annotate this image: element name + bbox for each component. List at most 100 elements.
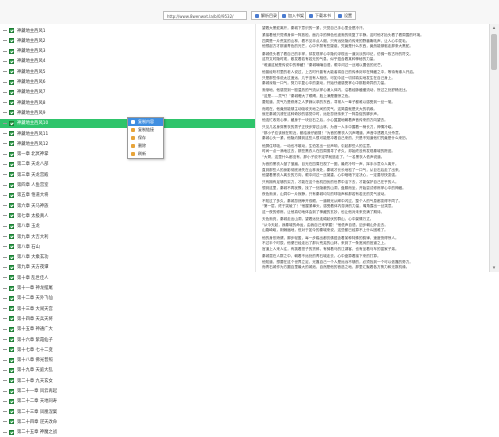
chapter-tree-item[interactable]: 第二十二章 天地同寿 [0,397,255,406]
checkbox-icon[interactable] [9,172,14,178]
checkbox-icon[interactable] [9,48,14,54]
checkbox-icon[interactable] [9,131,14,136]
checkbox-icon[interactable] [9,89,14,95]
chapter-tree-item[interactable]: 第七章 太极真人 [0,211,255,220]
chapter-tree-item[interactable]: 神藏地主西风1 [0,26,255,35]
context-menu-item[interactable]: 复制内容 [128,118,163,126]
chapter-tree-item[interactable]: 第六章 天马神族 [0,201,255,210]
chapter-tree-item[interactable]: 第二章 天龙八部 [0,160,255,169]
checkbox-icon[interactable] [9,357,14,363]
url-input[interactable]: http://www.8wenwxt.la/b/0/9532/ [163,11,247,20]
checkbox-icon[interactable] [9,192,14,198]
chapter-tree-item[interactable]: 第十章 乱世佳人 [0,273,255,282]
checkbox-icon[interactable] [9,326,14,332]
chapter-tree-item[interactable]: 第十七章 七十二变 [0,345,255,354]
context-menu-item[interactable]: 删除 [128,142,163,150]
tree-connector [3,184,7,186]
chapter-tree-item[interactable]: 第十二章 天外飞仙 [0,294,255,303]
chapter-tree-item[interactable]: 神藏地主西风8 [0,98,255,107]
content-paragraph: 紧接着他只觉得身体一阵放松，面孔中的神色也逐渐的恢复了平静。这时他才抬头看了看周… [262,33,424,38]
chapter-tree-item[interactable]: 第十九章 天庭大乱 [0,366,255,375]
settings-button[interactable]: 设置 [334,11,356,20]
checkbox-icon[interactable] [9,367,14,373]
chapter-tree-item[interactable]: 神藏地主西风3 [0,47,255,56]
chapter-tree-item[interactable]: 第九章 天方夜谭 [0,263,255,272]
checkbox-icon[interactable] [9,316,14,322]
chapter-title: 第二十二章 天地同寿 [17,399,58,405]
checkbox-icon[interactable] [9,295,14,301]
checkbox-icon[interactable] [9,213,14,219]
scroll-up-icon[interactable]: ▴ [491,25,497,31]
chapter-tree-item[interactable]: 第二十四章 逆天改命 [0,417,255,426]
checkbox-icon[interactable] [9,244,14,250]
checkbox-icon[interactable] [9,203,14,209]
chapter-tree-item[interactable]: 第二十三章 凤凰涅槃 [0,407,255,416]
checkbox-icon[interactable] [9,306,14,312]
checkbox-icon[interactable] [9,388,14,394]
chapter-tree-item[interactable]: 第八章 大乘玄功 [0,253,255,262]
context-menu-item[interactable]: 刷新 [128,150,163,158]
checkbox-icon[interactable] [9,69,14,75]
context-menu-item[interactable]: 复制链接 [128,126,163,134]
chapter-tree-item[interactable]: 第四章 人鱼宫室 [0,181,255,190]
checkbox-icon[interactable] [9,398,14,404]
checkbox-icon[interactable] [9,79,14,85]
checkbox-icon[interactable] [9,182,14,188]
chapter-tree-item[interactable]: 神藏地主西风4 [0,57,255,66]
chapter-tree-item[interactable]: 神藏地主西风2 [0,36,255,45]
checkbox-icon[interactable] [9,234,14,239]
chapter-tree-item[interactable]: 第十六章 紫霞仙子 [0,335,255,344]
tree-connector [3,390,7,392]
menu-item-label: 刷新 [138,151,146,156]
chapter-tree-item[interactable]: 第二十章 九天玄女 [0,376,255,385]
checkbox-icon[interactable] [9,151,14,157]
checkbox-icon[interactable] [9,429,14,435]
chapter-tree-item[interactable]: 第十一章 神龙摆尾 [0,284,255,293]
chapter-tree-item[interactable]: 第二十一章 风云再起 [0,387,255,396]
checkbox-icon[interactable] [9,120,14,126]
checkbox-icon[interactable] [9,419,14,425]
checkbox-icon[interactable] [9,254,14,260]
tree-connector [3,297,7,299]
parse-catalog-button[interactable]: 解析目录 [251,11,281,20]
content-paragraph: 渐渐地，他感觉到一股温热的气流从掌心涌入体内，沿着经脉缓缓流动，所过之处舒畅无比… [262,88,410,93]
chapter-tree-item[interactable]: 神藏地主西风6 [0,78,255,87]
add-to-shelf-button[interactable]: 加入书架 [278,11,308,20]
chapter-tree-item[interactable]: 第十八章 佛光普照 [0,356,255,365]
tree-connector [3,308,7,310]
checkbox-icon[interactable] [9,337,14,342]
chapter-title: 神藏地主西风11 [17,131,49,137]
checkbox-icon[interactable] [9,161,14,167]
checkbox-icon[interactable] [9,285,14,291]
checkbox-icon[interactable] [9,100,14,106]
chapter-tree-item[interactable]: 第五章 悟道大将 [0,191,255,200]
chapter-tree-item[interactable]: 第九章 大吉大利 [0,232,255,241]
checkbox-icon[interactable] [9,58,14,64]
chapter-tree-item[interactable]: 第十五章 神通广大 [0,325,255,334]
checkbox-icon[interactable] [9,38,14,44]
chapter-tree-item[interactable]: 第八章 石山 [0,242,255,251]
checkbox-icon[interactable] [9,378,14,384]
checkbox-icon[interactable] [9,141,14,147]
checkbox-icon[interactable] [9,409,14,415]
chapter-tree-item[interactable]: 第三章 天龙宫殿 [0,170,255,179]
chapter-tree-item[interactable]: 神藏地主西风5 [0,67,255,76]
chapter-title: 第一章 北冥神掌 [17,152,49,158]
chapter-tree-item[interactable]: 第十三章 大闹天宫 [0,304,255,313]
scroll-thumb[interactable] [491,34,497,70]
checkbox-icon[interactable] [9,223,14,229]
download-book-button[interactable]: 下载本书 [305,11,335,20]
context-menu-item[interactable]: 保存 [128,134,163,142]
chapter-tree-item[interactable]: 第十四章 天兵天将 [0,314,255,323]
checkbox-icon[interactable] [9,110,14,116]
chapter-tree-item[interactable]: 第二十五章 神魔之战 [0,428,255,437]
checkbox-icon[interactable] [9,264,14,270]
chapter-tree-item[interactable]: 神藏地主西风7 [0,88,255,97]
checkbox-icon[interactable] [9,347,14,353]
checkbox-icon[interactable] [9,275,14,281]
chapter-tree-item[interactable]: 第八章 玉龙 [0,222,255,231]
content-paragraph: 秦城低头看了看自己的手掌，却发现掌心中隐约浮现出一道淡淡的印记，仿佛一枚古朴的符… [262,51,413,56]
scroll-down-icon[interactable]: ▾ [491,265,497,271]
checkbox-icon[interactable] [9,28,14,33]
menu-item-icon [131,136,135,140]
